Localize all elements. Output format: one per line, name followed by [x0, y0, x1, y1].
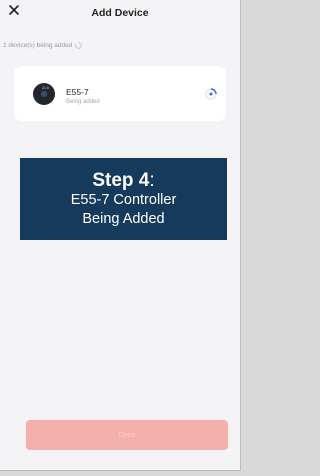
step-line-2: Being Added: [82, 211, 165, 227]
add-device-screen: Add Device 1 device(s) being added 21.5 …: [0, 0, 241, 471]
done-button[interactable]: Done: [26, 420, 228, 450]
step-suffix: :: [149, 170, 155, 191]
adding-progress-text: 1 device(s) being added: [3, 42, 73, 49]
step-banner: Step 4: E55-7 Controller Being Added: [20, 158, 227, 240]
thermostat-display: 21.5: [42, 86, 49, 90]
device-name: E55-7: [66, 87, 89, 97]
loading-spinner-icon: [205, 88, 217, 100]
device-status: Being added: [66, 99, 100, 105]
device-card[interactable]: 21.5 E55-7 Being added: [14, 66, 226, 121]
loading-icon: [75, 42, 83, 49]
step-heading: Step 4:: [20, 170, 227, 191]
step-label: Step 4: [92, 170, 150, 191]
page-title: Add Device: [91, 7, 149, 19]
adding-progress: 1 device(s) being added: [3, 42, 83, 49]
step-line-1: E55-7 Controller: [70, 192, 177, 208]
thermostat-icon: 21.5: [33, 83, 55, 105]
